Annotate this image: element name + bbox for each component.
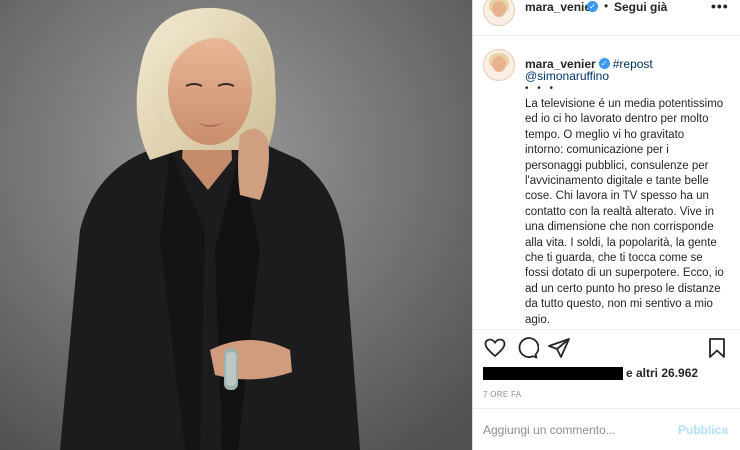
likes-row: e altri 26.962 (483, 365, 733, 381)
publish-button[interactable]: Pubblica (678, 423, 728, 437)
bookmark-icon[interactable] (705, 336, 729, 360)
more-options-icon[interactable]: ••• (711, 0, 729, 14)
avatar[interactable] (483, 0, 515, 26)
action-bar (473, 334, 740, 362)
comment-input[interactable] (483, 421, 668, 439)
post-side-panel: mara_venier ✓ • Segui già ••• mara_venie… (473, 0, 740, 450)
redacted-liker-name (483, 367, 623, 380)
caption-dots: • • • (525, 83, 557, 94)
comment-box: Pubblica (473, 409, 740, 450)
mention-link[interactable]: @simonaruffino (525, 69, 609, 83)
header-separator: • (604, 0, 609, 13)
likes-count[interactable]: e altri 26.962 (626, 366, 698, 380)
post-photo[interactable] (0, 0, 472, 450)
share-icon[interactable] (547, 336, 571, 360)
comment-icon[interactable] (515, 336, 539, 360)
caption-area: mara_venier ✓ #repost @simonaruffino • • •… (473, 37, 740, 329)
heart-icon[interactable] (483, 336, 507, 360)
verified-badge-icon: ✓ (587, 1, 598, 12)
portrait-image (0, 0, 472, 450)
post-timestamp[interactable]: 7 ORE FA (483, 390, 521, 399)
caption-avatar[interactable] (483, 49, 515, 81)
header-username[interactable]: mara_venier (525, 0, 596, 14)
post-header: mara_venier ✓ • Segui già ••• (473, 0, 740, 36)
hashtag-link[interactable]: #repost (613, 57, 653, 71)
actions-divider (473, 329, 740, 330)
caption-text: La televisione é un media potentissimo e… (525, 98, 724, 326)
verified-badge-icon: ✓ (598, 58, 610, 70)
follow-button[interactable]: Segui già (614, 0, 667, 14)
